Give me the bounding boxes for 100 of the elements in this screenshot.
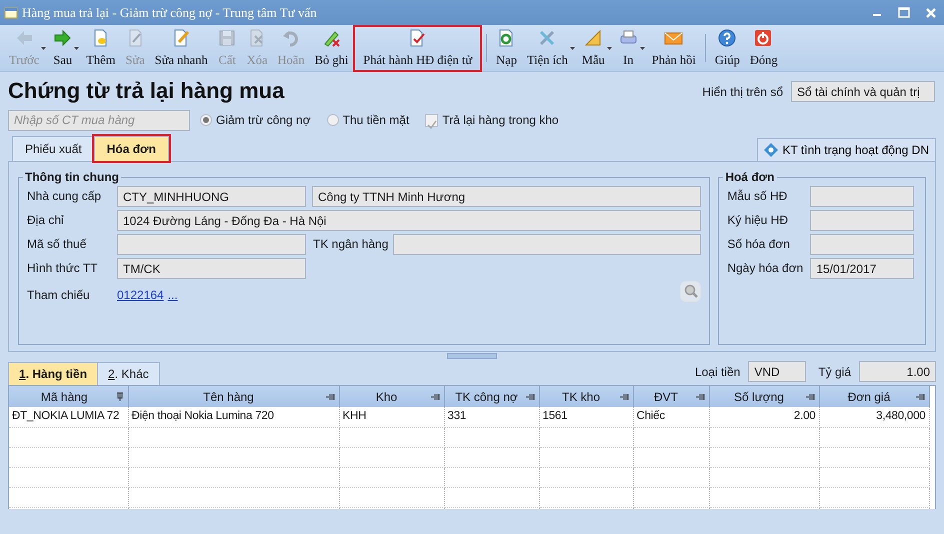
option-label[interactable]: Trả lại hàng trong kho	[442, 111, 559, 129]
pin-icon[interactable]	[324, 392, 334, 400]
field-label: Địa chỉ	[27, 212, 65, 229]
text-field[interactable]: 1024 Đường Láng - Đống Đa - Hà Nội	[117, 210, 702, 230]
tab[interactable]: Phiếu xuất	[12, 136, 95, 161]
arrow-right-icon	[53, 29, 72, 47]
column-header[interactable]: Kho	[339, 386, 444, 407]
document-check-icon	[408, 29, 428, 47]
table-cell: 2.00	[709, 407, 819, 427]
pencil-icon	[322, 29, 341, 47]
toolbar-button[interactable]: Phát hành HĐ điện tử	[353, 25, 482, 72]
column-header[interactable]: Tên hàng	[128, 386, 339, 407]
voucher-number-field[interactable]: Nhập số CT mua hàng	[8, 110, 190, 130]
field-label: Ký hiệu HĐ	[727, 212, 790, 229]
page-heading: Chứng từ trả lại hàng mua	[8, 78, 284, 105]
field-label: Hình thức TT	[27, 260, 98, 277]
ruler-icon	[584, 29, 603, 47]
column-header[interactable]: Mã hàng	[9, 386, 128, 407]
pin-icon[interactable]	[804, 392, 814, 400]
field-label: Ngày hóa đơn	[727, 260, 804, 277]
maximize-icon[interactable]	[898, 7, 910, 18]
table-cell: 1561	[539, 407, 633, 427]
field-label: Mẫu số HĐ	[727, 188, 788, 205]
checkbox[interactable]	[425, 114, 438, 126]
check-status-button[interactable]: KT tình trạng hoạt động DN	[757, 138, 936, 161]
rate-field[interactable]: 1.00	[859, 361, 936, 382]
undo-icon	[282, 29, 301, 47]
splitter-handle[interactable]	[447, 353, 497, 359]
pin-icon[interactable]	[524, 392, 534, 400]
pin-icon[interactable]	[116, 392, 124, 402]
field-label: Tỷ giá	[818, 364, 851, 380]
power-icon	[754, 29, 774, 47]
toolbar-button[interactable]: Sau	[48, 25, 78, 72]
field-label: Mã số thuế	[27, 236, 88, 253]
help-icon	[718, 29, 737, 47]
option-label[interactable]: Thu tiền mặt	[342, 111, 410, 129]
table-cell: Chiếc	[633, 407, 709, 427]
text-field[interactable]	[117, 234, 306, 254]
group-title: Hoá đơn	[724, 170, 776, 184]
toolbar-button[interactable]: Đóng	[744, 25, 783, 72]
table-cell: 331	[444, 407, 539, 427]
caret-icon[interactable]	[74, 46, 80, 50]
field-label: Tham chiếu	[27, 287, 91, 304]
toolbar-button[interactable]: Mẫu	[576, 25, 610, 72]
more-link[interactable]: ...	[168, 286, 680, 304]
column-header[interactable]: Số lượng	[709, 386, 819, 407]
toolbar-button[interactable]: Bỏ ghi	[310, 25, 354, 72]
column-header[interactable]: TK kho	[539, 386, 633, 407]
toolbar-button[interactable]: Sửa nhanh	[150, 25, 213, 72]
text-field[interactable]: TM/CK	[117, 258, 306, 278]
currency-field[interactable]: VND	[748, 361, 806, 382]
pin-icon[interactable]	[430, 392, 440, 400]
caret-icon[interactable]	[606, 46, 612, 50]
toolbar-button[interactable]: Thêm	[81, 25, 120, 72]
table-cell: 3,480,000	[819, 407, 929, 427]
text-field[interactable]: 15/01/2017	[810, 258, 914, 278]
caret-icon[interactable]	[640, 46, 645, 50]
toolbar-button[interactable]: In	[614, 25, 643, 72]
book-label: Hiển thị trên sổ	[702, 84, 783, 100]
zoom-icon	[684, 284, 698, 298]
tab[interactable]: 2. Khác	[97, 362, 160, 385]
column-header[interactable]: Đơn giá	[819, 386, 929, 407]
toolbar-button[interactable]: Phản hồi	[646, 25, 701, 72]
option-label[interactable]: Giảm trừ công nợ	[216, 111, 311, 129]
text-field[interactable]	[810, 186, 914, 206]
text-field[interactable]	[810, 210, 914, 230]
text-field[interactable]: CTY_MINHHUONG	[117, 186, 306, 206]
group-title: Thông tin chung	[24, 170, 120, 184]
table-cell: ĐT_NOKIA LUMIA 72	[9, 407, 128, 427]
reference-link[interactable]: 0122164	[117, 286, 164, 304]
field-label: Loại tiền	[694, 364, 740, 380]
toolbar-button[interactable]: Giúp	[710, 25, 745, 72]
check-icon	[426, 118, 438, 130]
toolbar-button[interactable]: Nạp	[491, 25, 522, 72]
caret-icon[interactable]	[570, 46, 575, 50]
radio-button[interactable]	[326, 114, 339, 126]
book-select[interactable]: Sổ tài chính và quản trị	[791, 81, 935, 102]
column-header[interactable]: TK công nợ	[444, 386, 539, 407]
radio-button[interactable]	[200, 114, 212, 126]
table-cell: KHH	[339, 407, 444, 427]
info-diamond-icon	[764, 143, 778, 157]
column-header[interactable]: ĐVT	[633, 386, 709, 407]
pin-icon[interactable]	[618, 392, 628, 400]
save-icon	[218, 29, 237, 47]
field-label: Số hóa đơn	[727, 236, 791, 253]
text-field[interactable]	[393, 234, 702, 254]
pin-icon[interactable]	[694, 392, 704, 400]
table-cell: Điện thoại Nokia Lumina 720	[128, 407, 339, 427]
tab[interactable]: 1. Hàng tiền	[8, 362, 98, 385]
tab[interactable]: Hóa đơn	[94, 136, 169, 161]
toolbar-button[interactable]: Tiện ích	[522, 25, 573, 72]
arrow-left-icon	[14, 29, 34, 47]
edit-document-icon	[172, 29, 191, 47]
close-icon[interactable]	[926, 8, 936, 18]
text-field[interactable]: Công ty TTNH Minh Hương	[312, 186, 702, 206]
field-label: Nhà cung cấp	[27, 188, 102, 205]
pin-icon[interactable]	[914, 392, 924, 400]
text-field[interactable]	[810, 234, 914, 254]
tools-icon	[538, 29, 557, 47]
field-label: TK ngân hàng	[313, 236, 390, 253]
